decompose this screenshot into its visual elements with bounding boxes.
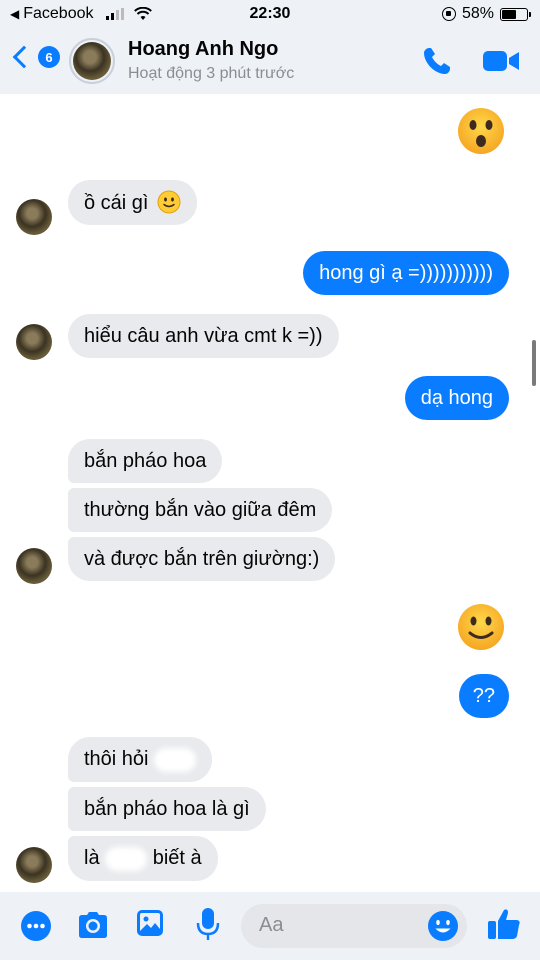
status-bar: ◀ Facebook 22:30 58% xyxy=(0,0,540,30)
message-input[interactable] xyxy=(241,904,467,948)
phone-call-icon[interactable] xyxy=(420,44,454,78)
battery-percent: 58% xyxy=(461,5,494,22)
more-actions-icon[interactable] xyxy=(20,910,52,942)
message-text: ?? xyxy=(472,685,495,707)
surprised-face-emoji-icon[interactable] xyxy=(457,107,505,155)
message-composer xyxy=(0,892,540,960)
message-bubble[interactable]: là biết à xyxy=(68,836,218,881)
chat-header: 6 Hoang Anh Ngo Hoạt động 3 phút trước xyxy=(0,30,540,94)
message-bubble[interactable]: bắn pháo hoa xyxy=(68,439,223,483)
message-text: dạ hong xyxy=(420,387,493,409)
message-text: hiểu câu anh vừa cmt k =)) xyxy=(84,325,323,347)
message-bubble[interactable]: ồ cái gì xyxy=(68,180,198,225)
emoji-picker-icon[interactable] xyxy=(427,910,459,942)
message-bubble[interactable]: bắn pháo hoa là gì xyxy=(68,787,266,831)
message-text: biết à xyxy=(152,847,202,869)
message-bubble[interactable]: hiểu câu anh vừa cmt k =)) xyxy=(68,314,339,358)
redacted-blur xyxy=(105,846,148,871)
contact-name[interactable]: Hoang Anh Ngo xyxy=(128,38,278,61)
sender-avatar[interactable] xyxy=(16,548,52,584)
thumbs-up-icon[interactable] xyxy=(486,906,522,942)
unread-count-badge: 6 xyxy=(38,46,60,68)
message-text: thường bắn vào giữa đêm xyxy=(84,499,317,521)
message-bubble[interactable]: ?? xyxy=(458,674,509,718)
message-text: và được bắn trên giường:) xyxy=(84,548,320,570)
message-bubble[interactable]: hong gì ạ =))))))))))) xyxy=(303,251,509,295)
sender-avatar[interactable] xyxy=(16,847,52,883)
message-bubble[interactable]: thường bắn vào giữa đêm xyxy=(68,488,333,532)
camera-icon[interactable] xyxy=(76,910,110,940)
redacted-blur xyxy=(154,747,197,772)
slight-smile-emoji-icon xyxy=(157,190,181,214)
message-text: thôi hỏi xyxy=(84,748,149,770)
message-text: hong gì ạ =))))))))))) xyxy=(319,262,493,284)
message-bubble[interactable]: thôi hỏi xyxy=(68,737,213,782)
chevron-left-icon xyxy=(12,45,36,69)
sender-avatar[interactable] xyxy=(16,199,52,235)
message-text-field[interactable] xyxy=(259,914,409,937)
slight-smile-emoji-icon[interactable] xyxy=(457,603,505,651)
gallery-icon[interactable] xyxy=(135,908,165,938)
battery-icon xyxy=(500,7,531,21)
contact-avatar[interactable] xyxy=(69,38,115,84)
message-bubble[interactable]: dạ hong xyxy=(404,376,509,420)
message-text: ồ cái gì xyxy=(84,192,149,214)
sender-avatar[interactable] xyxy=(16,324,52,360)
microphone-icon[interactable] xyxy=(196,906,220,942)
message-bubble[interactable]: và được bắn trên giường:) xyxy=(68,537,336,581)
contact-active-status: Hoạt động 3 phút trước xyxy=(128,65,295,82)
scrollbar[interactable] xyxy=(532,340,536,386)
rotation-lock-icon xyxy=(441,7,456,21)
message-text: bắn pháo hoa xyxy=(84,450,207,472)
back-button[interactable]: 6 xyxy=(10,42,60,69)
message-text: là xyxy=(84,847,100,869)
message-text: bắn pháo hoa là gì xyxy=(84,798,250,820)
video-call-icon[interactable] xyxy=(482,46,520,76)
